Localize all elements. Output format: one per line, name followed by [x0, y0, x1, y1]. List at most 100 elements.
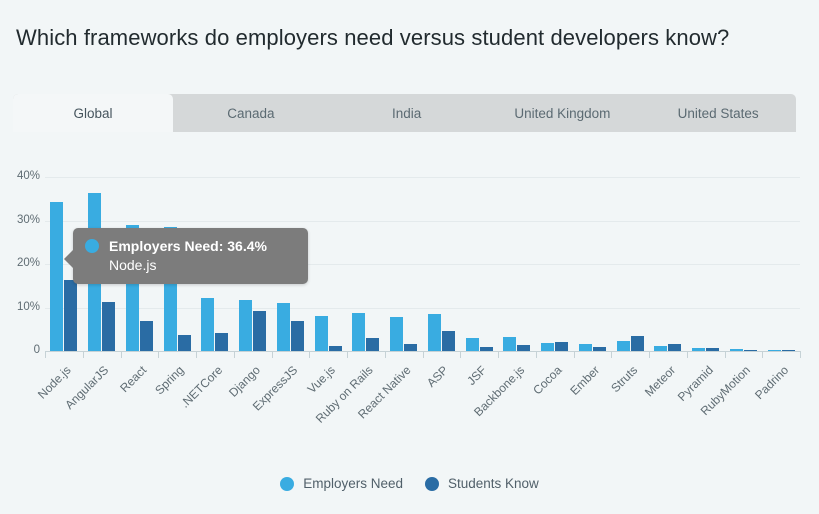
bar-employers-need[interactable]	[541, 342, 555, 351]
bar-group[interactable]	[536, 177, 574, 351]
x-axis-label: Struts	[607, 363, 641, 396]
tab-canada[interactable]: Canada	[173, 94, 329, 132]
bar-students-know[interactable]	[102, 302, 116, 351]
page-title: Which frameworks do employers need versu…	[16, 24, 730, 50]
bar-employers-need[interactable]	[352, 313, 366, 351]
x-tick-mark	[498, 351, 536, 359]
x-tick-mark	[762, 351, 800, 359]
x-tick-mark	[573, 351, 612, 359]
bar-employers-need[interactable]	[390, 317, 404, 351]
x-axis-label: Vue.js	[304, 363, 339, 397]
bar-group[interactable]	[309, 177, 347, 351]
region-tabs: Global Canada India United Kingdom United St…	[13, 94, 796, 132]
chart-page: Which frameworks do employers need versu…	[0, 0, 819, 514]
bar-group[interactable]	[423, 177, 461, 351]
bar-students-know[interactable]	[253, 310, 267, 351]
bar-employers-need[interactable]	[616, 340, 630, 351]
x-tick-mark	[158, 351, 196, 359]
bar-group[interactable]	[574, 177, 612, 351]
bar-students-know[interactable]	[555, 341, 569, 351]
legend-color-dot	[424, 476, 439, 491]
bar-students-know[interactable]	[139, 320, 153, 351]
tooltip-value: Employers Need: 36.4%	[109, 238, 267, 254]
x-label-cell: Struts	[607, 359, 649, 449]
bar-students-know[interactable]	[630, 336, 644, 351]
bar-group[interactable]	[762, 177, 800, 351]
x-axis-label: Spring	[152, 363, 188, 398]
x-label-cell: .NETCore	[177, 359, 234, 449]
bar-students-know[interactable]	[441, 330, 455, 351]
x-tick-mark	[724, 351, 763, 359]
chart-tooltip: Employers Need: 36.4% Node.js	[64, 228, 308, 284]
x-label-cell: ASP	[423, 359, 461, 449]
x-tick-mark	[460, 351, 498, 359]
bar-students-know[interactable]	[64, 280, 78, 351]
x-tick-mark	[649, 351, 687, 359]
x-axis-label: ASP	[424, 363, 452, 390]
x-tick-mark	[196, 351, 234, 359]
bar-employers-need[interactable]	[427, 313, 441, 351]
x-label-cell: ExpressJS	[250, 359, 310, 449]
bar-employers-need[interactable]	[50, 201, 64, 351]
x-axis-label: React	[117, 363, 150, 396]
bar-group[interactable]	[385, 177, 423, 351]
x-tick-marks	[45, 351, 801, 359]
tab-global[interactable]: Global	[13, 94, 173, 132]
x-tick-mark	[422, 351, 461, 359]
bar-group[interactable]	[460, 177, 498, 351]
bar-students-know[interactable]	[366, 337, 380, 351]
y-tick-label-10: 10%	[16, 300, 40, 313]
bar-students-know[interactable]	[215, 332, 229, 351]
x-tick-mark	[347, 351, 385, 359]
tooltip-category: Node.js	[109, 257, 157, 273]
x-axis-label: JSF	[464, 363, 490, 388]
x-tick-mark	[535, 351, 574, 359]
x-label-cell: Cocoa	[530, 359, 574, 449]
bar-students-know[interactable]	[177, 334, 191, 351]
y-tick-label-40: 40%	[16, 170, 40, 182]
bar-employers-need[interactable]	[201, 297, 215, 351]
x-axis-labels: Node.js AngularJS React Spring .NETCore Djang…	[35, 359, 800, 449]
tooltip-series-dot	[85, 239, 99, 253]
x-tick-mark	[233, 351, 272, 359]
x-tick-mark	[45, 351, 83, 359]
x-label-cell: Ember	[567, 359, 612, 449]
y-tick-label-30: 30%	[16, 213, 40, 226]
legend-item-employers-need[interactable]: Employers Need	[280, 476, 403, 491]
bar-group[interactable]	[611, 177, 649, 351]
bar-employers-need[interactable]	[314, 316, 328, 351]
legend-color-dot	[280, 476, 295, 491]
x-label-cell: React	[117, 359, 159, 449]
legend-item-students-know[interactable]: Students Know	[424, 476, 539, 491]
bar-group[interactable]	[498, 177, 536, 351]
bar-group[interactable]	[725, 177, 763, 351]
x-tick-mark	[384, 351, 423, 359]
x-label-cell: AngularJS	[62, 359, 121, 449]
tab-india[interactable]: India	[329, 94, 485, 132]
x-tick-mark	[82, 351, 121, 359]
tab-united-kingdom[interactable]: United Kingdom	[485, 94, 641, 132]
x-tick-mark	[686, 351, 725, 359]
bar-students-know[interactable]	[404, 344, 418, 351]
x-tick-mark	[611, 351, 649, 359]
bar-employers-need[interactable]	[465, 338, 479, 351]
bar-employers-need[interactable]	[503, 337, 517, 351]
x-tick-mark	[271, 351, 310, 359]
bar-employers-need[interactable]	[276, 303, 290, 351]
bar-group[interactable]	[649, 177, 687, 351]
x-label-cell: Meteor	[641, 359, 687, 449]
bar-employers-need[interactable]	[239, 299, 253, 351]
legend-label: Students Know	[447, 476, 539, 491]
tab-united-states[interactable]: United States	[640, 94, 796, 132]
bar-group[interactable]	[347, 177, 385, 351]
x-tick-mark	[120, 351, 159, 359]
bar-students-know[interactable]	[290, 321, 304, 351]
tooltip-header-row: Employers Need: 36.4%	[85, 238, 294, 254]
x-label-cell: Backbone.js	[471, 359, 536, 449]
x-label-cell: Padrino	[752, 359, 800, 449]
y-tick-label-20: 20%	[16, 257, 40, 269]
chart-container: 0 10% 20% 30% 40% Node.js AngularJS React Sprin…	[0, 132, 819, 514]
bar-group[interactable]	[687, 177, 725, 351]
x-tick-mark	[309, 351, 347, 359]
x-axis-label: Cocoa	[530, 363, 565, 398]
